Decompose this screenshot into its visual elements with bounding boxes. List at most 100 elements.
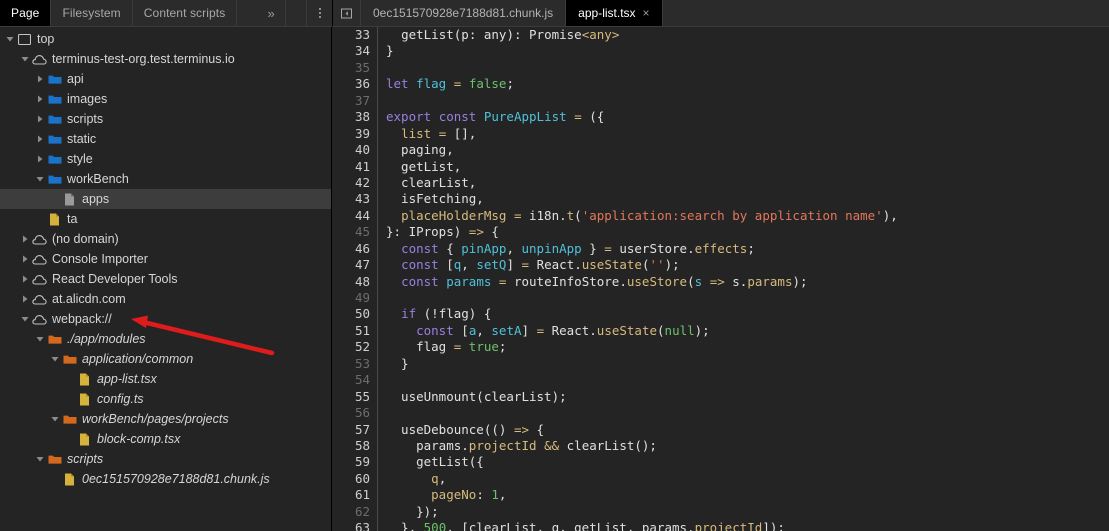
chevron-right-icon[interactable] bbox=[34, 155, 46, 163]
line-number[interactable]: 49 bbox=[332, 290, 370, 306]
code-line[interactable]: list = [], bbox=[386, 126, 1109, 142]
code-line[interactable]: getList, bbox=[386, 159, 1109, 175]
chevron-right-icon[interactable] bbox=[19, 275, 31, 283]
code-line[interactable]: isFetching, bbox=[386, 191, 1109, 207]
line-number[interactable]: 46 bbox=[332, 241, 370, 257]
line-number[interactable]: 52 bbox=[332, 339, 370, 355]
line-number[interactable]: 57 bbox=[332, 422, 370, 438]
tree-item-config-ts[interactable]: config.ts bbox=[0, 389, 331, 409]
line-number[interactable]: 42 bbox=[332, 175, 370, 191]
code-line[interactable]: export const PureAppList = ({ bbox=[386, 109, 1109, 125]
code-line[interactable]: } bbox=[386, 356, 1109, 372]
code-line[interactable]: const { pinApp, unpinApp } = userStore.e… bbox=[386, 241, 1109, 257]
code-line[interactable]: if (!flag) { bbox=[386, 306, 1109, 322]
line-number[interactable]: 45 bbox=[332, 224, 370, 240]
tree-item-ta[interactable]: ta bbox=[0, 209, 331, 229]
tree-item-images[interactable]: images bbox=[0, 89, 331, 109]
code-line[interactable]: }: IProps) => { bbox=[386, 224, 1109, 240]
tree-item-react-developer-tools[interactable]: React Developer Tools bbox=[0, 269, 331, 289]
navigator-tab-page[interactable]: Page bbox=[0, 0, 52, 26]
line-number[interactable]: 51 bbox=[332, 323, 370, 339]
line-number[interactable]: 59 bbox=[332, 454, 370, 470]
line-number[interactable]: 62 bbox=[332, 504, 370, 520]
code-line[interactable]: } bbox=[386, 43, 1109, 59]
line-number[interactable]: 58 bbox=[332, 438, 370, 454]
code-line[interactable]: }, 500, [clearList, q, getList, params.p… bbox=[386, 520, 1109, 531]
line-number[interactable]: 34 bbox=[332, 43, 370, 59]
chevron-right-icon[interactable] bbox=[19, 255, 31, 263]
line-number[interactable]: 44 bbox=[332, 208, 370, 224]
code-line[interactable] bbox=[386, 93, 1109, 109]
more-options-icon[interactable] bbox=[306, 0, 332, 26]
code-editor[interactable]: 33 34 35 36 37 38 39 40 41 42 43 44 45 46 47 48 49 50 51 52… bbox=[332, 27, 1109, 531]
tree-item-0ec151570928e7188d81-chunk-js[interactable]: 0ec151570928e7188d81.chunk.js bbox=[0, 469, 331, 489]
line-number[interactable]: 41 bbox=[332, 159, 370, 175]
line-number[interactable]: 63 bbox=[332, 520, 370, 531]
code-line[interactable]: useDebounce(() => { bbox=[386, 422, 1109, 438]
navigator-tab-content-scripts[interactable]: Content scripts bbox=[133, 0, 238, 26]
code-line[interactable]: }); bbox=[386, 504, 1109, 520]
chevron-down-icon[interactable] bbox=[4, 35, 16, 43]
tree-item-console-importer[interactable]: Console Importer bbox=[0, 249, 331, 269]
code-line[interactable]: q, bbox=[386, 471, 1109, 487]
line-number[interactable]: 55 bbox=[332, 389, 370, 405]
chevron-down-icon[interactable] bbox=[19, 55, 31, 63]
close-icon[interactable]: × bbox=[643, 7, 650, 19]
tree-item-app-list-tsx[interactable]: app-list.tsx bbox=[0, 369, 331, 389]
navigator-overflow-icon[interactable]: » bbox=[258, 0, 286, 26]
line-number[interactable]: 60 bbox=[332, 471, 370, 487]
chevron-down-icon[interactable] bbox=[49, 355, 61, 363]
code-lines[interactable]: getList(p: any): Promise<any>} let flag … bbox=[378, 27, 1109, 531]
chevron-down-icon[interactable] bbox=[34, 335, 46, 343]
code-line[interactable]: let flag = false; bbox=[386, 76, 1109, 92]
line-number[interactable]: 47 bbox=[332, 257, 370, 273]
code-line[interactable] bbox=[386, 290, 1109, 306]
tree-item-workbench-pages-projects[interactable]: workBench/pages/projects bbox=[0, 409, 331, 429]
code-line[interactable] bbox=[386, 405, 1109, 421]
chevron-down-icon[interactable] bbox=[34, 455, 46, 463]
tree-item-workbench[interactable]: workBench bbox=[0, 169, 331, 189]
code-line[interactable]: const [q, setQ] = React.useState(''); bbox=[386, 257, 1109, 273]
line-number[interactable]: 37 bbox=[332, 93, 370, 109]
line-number[interactable]: 36 bbox=[332, 76, 370, 92]
chevron-down-icon[interactable] bbox=[34, 175, 46, 183]
line-number[interactable]: 56 bbox=[332, 405, 370, 421]
tree-item-no-domain[interactable]: (no domain) bbox=[0, 229, 331, 249]
code-line[interactable]: flag = true; bbox=[386, 339, 1109, 355]
line-number[interactable]: 53 bbox=[332, 356, 370, 372]
tree-item-static[interactable]: static bbox=[0, 129, 331, 149]
tree-item-api[interactable]: api bbox=[0, 69, 331, 89]
tree-item-block-comp-tsx[interactable]: block-comp.tsx bbox=[0, 429, 331, 449]
code-line[interactable]: const [a, setA] = React.useState(null); bbox=[386, 323, 1109, 339]
code-line[interactable]: clearList, bbox=[386, 175, 1109, 191]
line-number[interactable]: 54 bbox=[332, 372, 370, 388]
line-number[interactable]: 40 bbox=[332, 142, 370, 158]
navigator-tab-filesystem[interactable]: Filesystem bbox=[51, 0, 133, 26]
line-number[interactable]: 61 bbox=[332, 487, 370, 503]
tree-item-webpack[interactable]: webpack:// bbox=[0, 309, 331, 329]
code-line[interactable] bbox=[386, 60, 1109, 76]
tree-item-scripts[interactable]: scripts bbox=[0, 449, 331, 469]
code-line[interactable]: paging, bbox=[386, 142, 1109, 158]
line-number[interactable]: 43 bbox=[332, 191, 370, 207]
code-line[interactable]: useUnmount(clearList); bbox=[386, 389, 1109, 405]
editor-tab[interactable]: app-list.tsx × bbox=[566, 0, 663, 26]
line-number[interactable]: 50 bbox=[332, 306, 370, 322]
code-line[interactable]: const params = routeInfoStore.useStore(s… bbox=[386, 274, 1109, 290]
chevron-right-icon[interactable] bbox=[34, 95, 46, 103]
line-number[interactable]: 48 bbox=[332, 274, 370, 290]
show-navigator-icon[interactable] bbox=[333, 0, 361, 26]
code-line[interactable]: getList(p: any): Promise<any> bbox=[386, 27, 1109, 43]
code-line[interactable]: getList({ bbox=[386, 454, 1109, 470]
line-number-gutter[interactable]: 33 34 35 36 37 38 39 40 41 42 43 44 45 46 47 48 49 50 51 52… bbox=[332, 27, 378, 531]
tree-item-apps[interactable]: apps bbox=[0, 189, 331, 209]
chevron-down-icon[interactable] bbox=[49, 415, 61, 423]
tree-item-terminus-test-org-test-terminus-io[interactable]: terminus-test-org.test.terminus.io bbox=[0, 49, 331, 69]
line-number[interactable]: 39 bbox=[332, 126, 370, 142]
tree-item-scripts[interactable]: scripts bbox=[0, 109, 331, 129]
code-line[interactable]: pageNo: 1, bbox=[386, 487, 1109, 503]
editor-tab[interactable]: 0ec151570928e7188d81.chunk.js bbox=[361, 0, 567, 26]
line-number[interactable]: 35 bbox=[332, 60, 370, 76]
code-line[interactable]: placeHolderMsg = i18n.t('application:sea… bbox=[386, 208, 1109, 224]
chevron-down-icon[interactable] bbox=[19, 315, 31, 323]
